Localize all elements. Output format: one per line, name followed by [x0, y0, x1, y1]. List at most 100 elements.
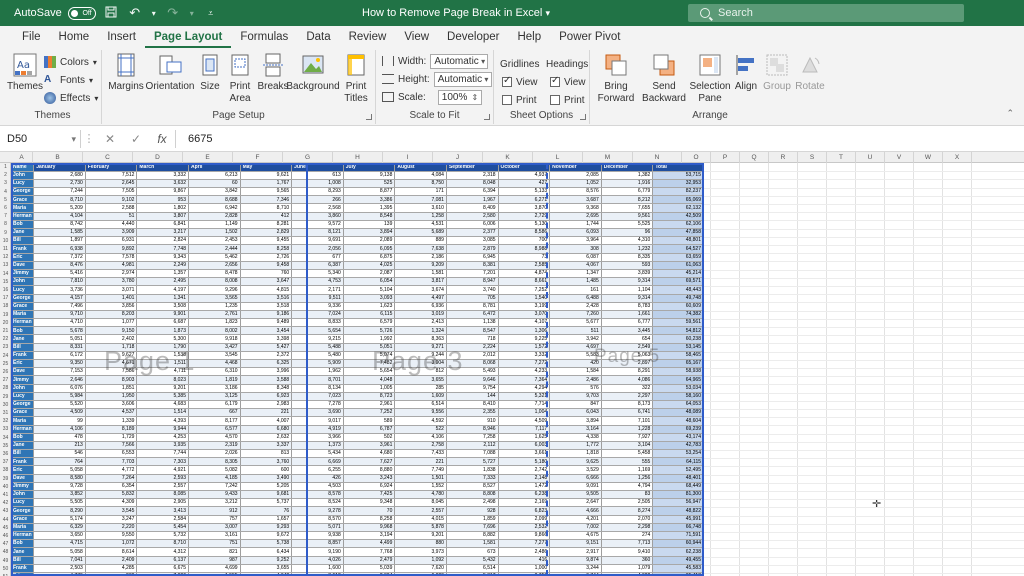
row-header[interactable]: 11 — [0, 245, 11, 253]
value-cell[interactable]: 6,669 — [291, 457, 344, 467]
column-header[interactable]: Q — [740, 152, 769, 163]
value-cell[interactable]: 2,186 — [394, 253, 447, 262]
value-cell[interactable]: 6,093 — [549, 228, 602, 238]
value-cell[interactable]: 7,768 — [343, 547, 396, 557]
value-cell[interactable]: 96 — [601, 228, 654, 238]
row-header[interactable]: 19 — [0, 311, 11, 319]
value-cell[interactable]: 576 — [549, 384, 602, 393]
total-cell[interactable]: 48,089 — [652, 408, 704, 418]
value-cell[interactable]: 8,258 — [240, 244, 293, 254]
value-cell[interactable]: 171 — [394, 187, 447, 197]
value-cell[interactable]: 1,859 — [446, 515, 499, 524]
name-cell[interactable]: Lucy — [11, 498, 35, 508]
row-header[interactable]: 29 — [0, 393, 11, 401]
total-cell[interactable]: 62,132 — [652, 203, 704, 213]
total-cell[interactable]: 60,944 — [652, 539, 704, 549]
value-cell[interactable]: 7,333 — [446, 474, 499, 483]
value-cell[interactable]: 3,690 — [291, 408, 344, 418]
name-cell[interactable]: Dave — [11, 261, 35, 270]
value-cell[interactable]: 9,336 — [291, 302, 344, 311]
value-cell[interactable]: 3,736 — [33, 285, 86, 295]
value-cell[interactable]: 7,505 — [85, 187, 138, 197]
value-cell[interactable]: 7,927 — [601, 433, 654, 442]
value-cell[interactable]: 3,164 — [549, 425, 602, 434]
column-header[interactable]: J — [433, 152, 483, 163]
value-cell[interactable]: 3,909 — [85, 228, 138, 238]
tab-data[interactable]: Data — [297, 26, 339, 48]
value-cell[interactable]: 5,480 — [291, 351, 344, 361]
value-cell[interactable]: 8,363 — [394, 334, 447, 344]
value-cell[interactable]: 8,688 — [188, 195, 241, 205]
value-cell[interactable]: 718 — [446, 334, 499, 344]
value-cell[interactable]: 3,516 — [240, 294, 293, 303]
value-cell[interactable]: 7,278 — [291, 400, 344, 410]
value-cell[interactable]: 4,937 — [498, 171, 551, 180]
value-cell[interactable]: 2,444 — [188, 244, 241, 254]
value-cell[interactable]: 3,104 — [601, 441, 654, 451]
value-cell[interactable]: 5,678 — [33, 326, 86, 336]
value-cell[interactable]: 7,482 — [343, 359, 396, 369]
value-cell[interactable]: 9,901 — [136, 310, 189, 320]
value-cell[interactable]: 6,325 — [240, 359, 293, 369]
row-header[interactable]: 38 — [0, 466, 11, 474]
column-title-cell[interactable]: May — [240, 163, 293, 172]
value-cell[interactable]: 3,856 — [85, 302, 138, 311]
tab-formulas[interactable]: Formulas — [231, 26, 297, 48]
value-cell[interactable]: 1,357 — [136, 269, 189, 279]
value-cell[interactable]: 4,440 — [85, 220, 138, 230]
column-title-cell[interactable]: October — [498, 163, 551, 172]
value-cell[interactable]: 4,671 — [85, 359, 138, 369]
value-cell[interactable]: 2,647 — [549, 498, 602, 508]
value-cell[interactable]: 1,555 — [188, 572, 241, 576]
value-cell[interactable]: 4,393 — [136, 416, 189, 426]
name-cell[interactable]: Jane — [11, 334, 35, 344]
value-cell[interactable]: 1,347 — [549, 269, 602, 279]
value-cell[interactable]: 1,511 — [136, 359, 189, 369]
value-cell[interactable]: 416 — [498, 556, 551, 565]
value-cell[interactable]: 4,285 — [85, 564, 138, 573]
value-cell[interactable]: 5,063 — [601, 351, 654, 361]
value-cell[interactable]: 1,092 — [394, 556, 447, 565]
tab-developer[interactable]: Developer — [438, 26, 508, 48]
value-cell[interactable]: 2,402 — [85, 334, 138, 344]
value-cell[interactable]: 8,710 — [33, 195, 86, 205]
value-cell[interactable]: 7,749 — [394, 465, 447, 475]
value-cell[interactable]: 3,545 — [188, 351, 241, 361]
value-cell[interactable]: 1,072 — [85, 539, 138, 549]
column-header[interactable]: T — [827, 152, 856, 163]
value-cell[interactable]: 987 — [188, 556, 241, 565]
value-cell[interactable]: 9,314 — [601, 277, 654, 287]
value-cell[interactable]: 8,293 — [291, 187, 344, 197]
row-header[interactable]: 20 — [0, 319, 11, 327]
name-cell[interactable]: Bill — [11, 449, 35, 459]
value-cell[interactable]: 5,385 — [136, 392, 189, 401]
total-cell[interactable]: 65,069 — [652, 195, 704, 205]
value-cell[interactable]: 1,802 — [136, 203, 189, 213]
value-cell[interactable]: 7,242 — [188, 482, 241, 492]
value-cell[interactable]: 8,291 — [601, 367, 654, 377]
value-cell[interactable]: 7,638 — [394, 244, 447, 254]
value-cell[interactable]: 1,149 — [188, 220, 241, 230]
value-cell[interactable]: 1,401 — [85, 294, 138, 303]
value-cell[interactable]: 2,828 — [188, 212, 241, 221]
value-cell[interactable]: 9,646 — [446, 375, 499, 385]
column-header[interactable]: F — [233, 152, 283, 163]
column-header[interactable]: P — [711, 152, 740, 163]
row-header[interactable]: 28 — [0, 384, 11, 392]
value-cell[interactable]: 3,161 — [188, 531, 241, 541]
value-cell[interactable]: 2,961 — [343, 400, 396, 410]
value-cell[interactable]: 6,172 — [33, 351, 86, 361]
value-cell[interactable]: 3,661 — [498, 449, 551, 459]
print-titles-button[interactable]: Print Titles — [340, 52, 372, 105]
total-cell[interactable]: 60,609 — [652, 302, 704, 311]
value-cell[interactable]: 5,984 — [33, 392, 86, 401]
value-cell[interactable]: 2,761 — [188, 310, 241, 320]
value-cell[interactable]: 9,728 — [33, 482, 86, 492]
value-cell[interactable]: 5,654 — [343, 367, 396, 377]
value-cell[interactable]: 4,499 — [343, 539, 396, 549]
value-cell[interactable]: 2,758 — [394, 441, 447, 451]
value-cell[interactable]: 7,272 — [498, 359, 551, 369]
column-title-cell[interactable]: August — [394, 163, 447, 172]
value-cell[interactable]: 1,823 — [188, 318, 241, 328]
value-cell[interactable]: 1,552 — [394, 482, 447, 492]
